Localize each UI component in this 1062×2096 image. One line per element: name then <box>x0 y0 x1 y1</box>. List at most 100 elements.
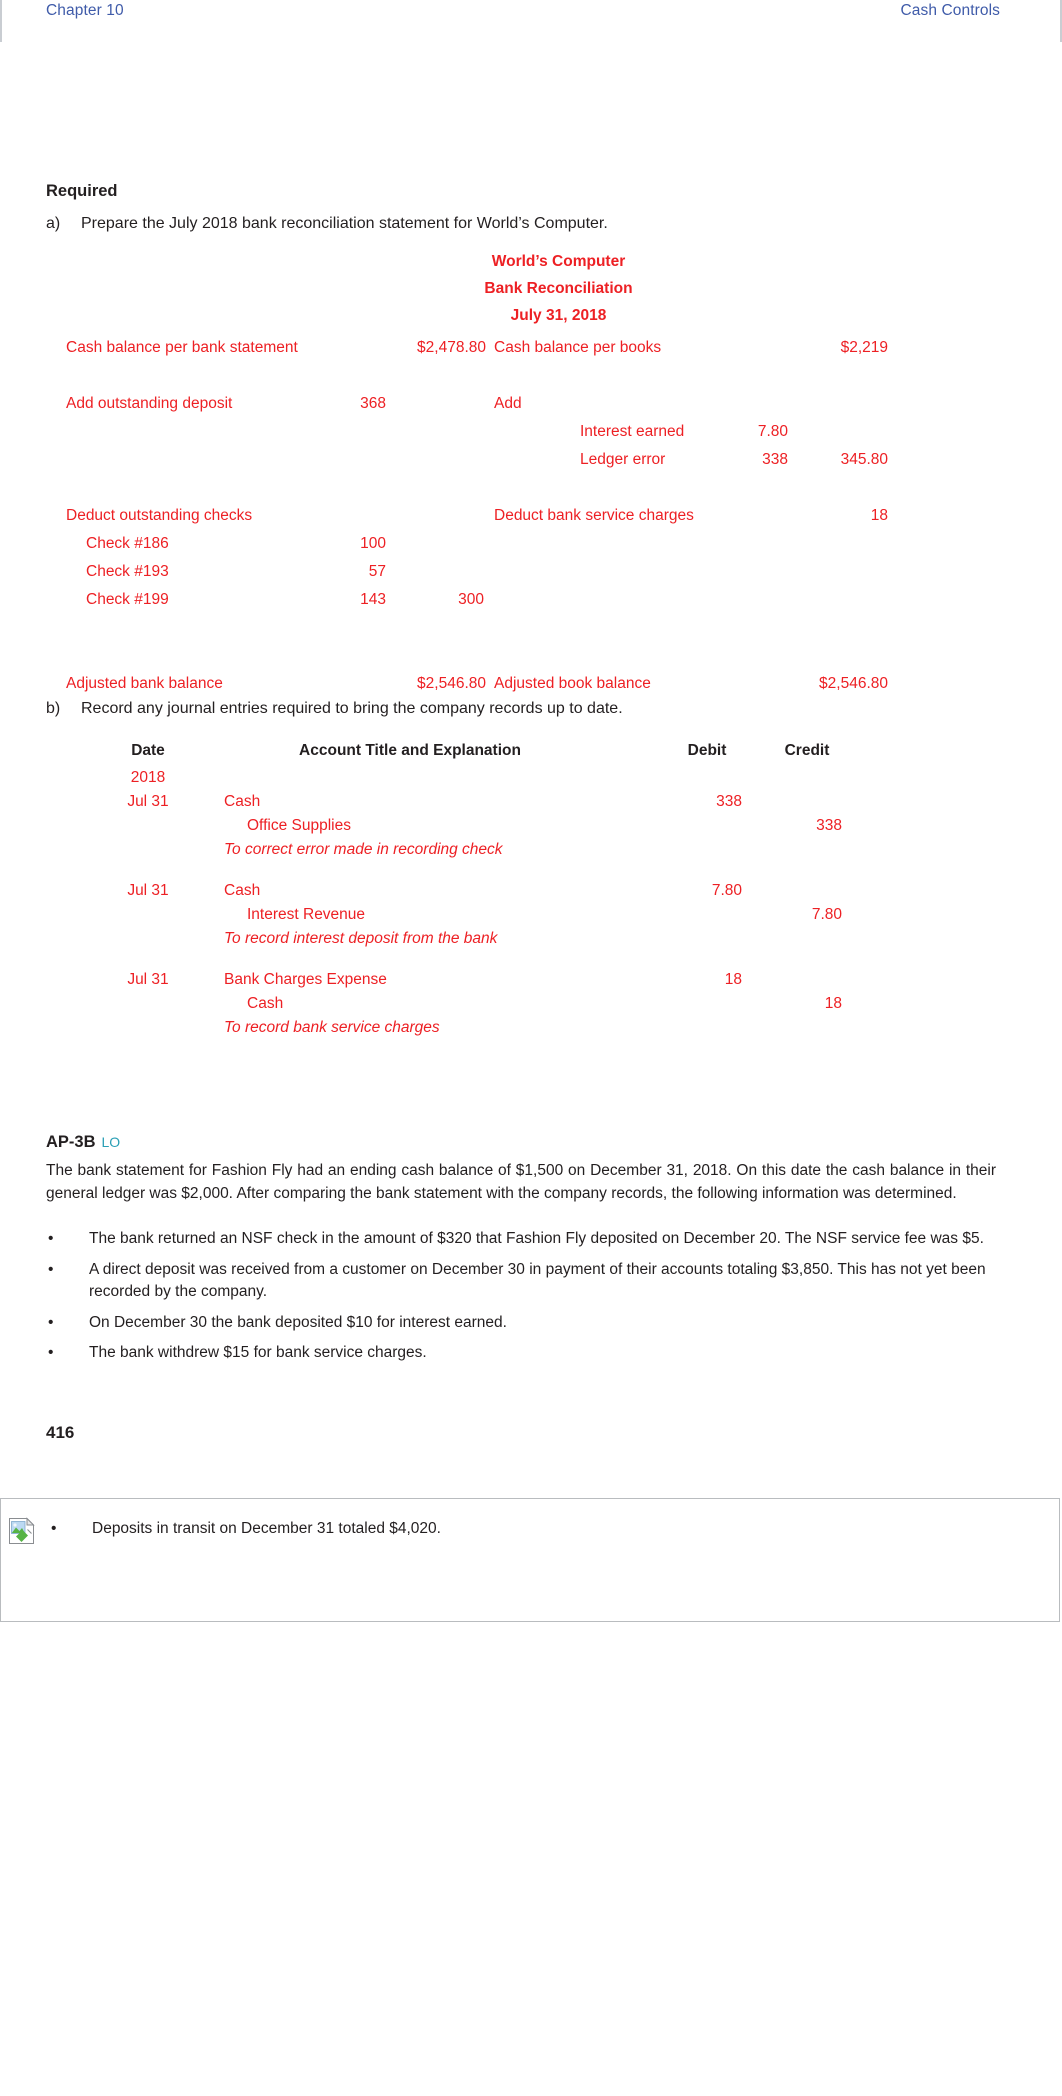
recon-book-label: Add <box>494 395 522 412</box>
recon-book-num2: 345.80 <box>840 451 888 468</box>
journal-row: Jul 31 Bank Charges Expense 18 <box>0 970 1062 994</box>
recon-spacer-row <box>0 618 1062 646</box>
bullet-icon: • <box>48 1260 54 1278</box>
recon-row: Add outstanding deposit 368 Add <box>0 394 1062 422</box>
recon-row: Check #199 143 300 <box>0 590 1062 618</box>
required-item-a-marker: a) <box>46 215 61 232</box>
journal-row: Cash 18 <box>0 994 1062 1018</box>
journal-row: Jul 31 Cash 338 <box>0 792 1062 816</box>
recon-row: Deduct outstanding checks Deduct bank se… <box>0 506 1062 534</box>
required-item-a-text: Prepare the July 2018 bank reconciliatio… <box>81 215 608 232</box>
list-item: • Deposits in transit on December 31 tot… <box>49 1518 441 1540</box>
recon-bank-sub: Check #193 <box>86 563 169 580</box>
required-item-b-marker: b) <box>46 700 61 717</box>
journal-row: Interest Revenue 7.80 <box>0 905 1062 929</box>
recon-book-sub: Ledger error <box>580 451 666 468</box>
recon-bank-sub: Check #199 <box>86 591 169 608</box>
journal-debit-amount: 7.80 <box>711 882 742 899</box>
recon-spacer-row <box>0 366 1062 394</box>
bank-reconciliation-statement: World’s Computer Bank Reconciliation Jul… <box>0 248 1062 702</box>
journal-date: Jul 31 <box>127 971 169 988</box>
list-item: • A direct deposit was received from a c… <box>46 1259 996 1304</box>
continued-content-panel: • Deposits in transit on December 31 tot… <box>0 1498 1060 1622</box>
journal-year-row: 2018 <box>0 768 1062 792</box>
recon-row: Adjusted bank balance $2,546.80 Adjusted… <box>0 674 1062 702</box>
journal-debit-account: Cash <box>224 793 261 810</box>
recon-book-label: Cash balance per books <box>494 339 662 356</box>
recon-book-num2: 18 <box>870 507 888 524</box>
journal-header-date: Date <box>131 742 165 759</box>
recon-bank-total: $2,478.80 <box>417 339 486 356</box>
problem-intro-paragraph: The bank statement for Fashion Fly had a… <box>46 1162 996 1202</box>
list-item-text: Deposits in transit on December 31 total… <box>92 1520 441 1537</box>
journal-row: Office Supplies 338 <box>0 816 1062 840</box>
required-item-b-text: Record any journal entries required to b… <box>81 700 623 717</box>
journal-entry-table: Date Account Title and Explanation Debit… <box>0 742 1062 1042</box>
required-item-b: b) Record any journal entries required to… <box>46 700 623 718</box>
journal-credit-account: Cash <box>247 995 284 1012</box>
recon-spacer-row <box>0 646 1062 674</box>
journal-debit-amount: 338 <box>716 793 742 810</box>
problem-code: AP-3B <box>46 1133 96 1151</box>
running-head: Chapter 10 Cash Controls <box>0 0 1062 34</box>
recon-row: Interest earned 7.80 <box>0 422 1062 450</box>
statement-title-type: Bank Reconciliation <box>484 280 633 297</box>
recon-bank-total: $2,546.80 <box>417 675 486 692</box>
recon-row: Check #193 57 <box>0 562 1062 590</box>
journal-explanation: To record interest deposit from the bank <box>224 930 498 947</box>
list-item: • The bank withdrew $15 for bank service… <box>46 1342 996 1365</box>
page-number: 416 <box>46 1423 75 1442</box>
journal-header-credit: Credit <box>784 742 830 759</box>
required-item-a: a) Prepare the July 2018 bank reconciliat… <box>46 215 608 233</box>
recon-bank-label: Deduct outstanding checks <box>66 507 253 524</box>
problem-bullet-list: • The bank returned an NSF check in the … <box>46 1228 996 1373</box>
journal-explanation: To record bank service charges <box>224 1019 440 1036</box>
statement-title-company: World’s Computer <box>491 253 626 270</box>
journal-spacer-row <box>0 953 1062 970</box>
recon-bank-sub: Check #186 <box>86 535 169 552</box>
recon-bank-num1: 143 <box>360 591 386 608</box>
list-item: • On December 30 the bank deposited $10 … <box>46 1312 996 1335</box>
journal-header-row: Date Account Title and Explanation Debit… <box>0 742 1062 768</box>
list-item-text: The bank withdrew $15 for bank service c… <box>89 1344 427 1361</box>
recon-row: Check #186 100 <box>0 534 1062 562</box>
journal-credit-account: Interest Revenue <box>247 906 366 923</box>
journal-row: To record interest deposit from the bank <box>0 929 1062 953</box>
journal-row: To correct error made in recording check <box>0 840 1062 864</box>
journal-debit-amount: 18 <box>724 971 742 988</box>
bullet-icon: • <box>48 1313 54 1331</box>
broken-image-icon <box>8 1517 36 1545</box>
recon-book-total: $2,546.80 <box>819 675 888 692</box>
list-item-text: A direct deposit was received from a cus… <box>89 1260 986 1301</box>
journal-spacer-row <box>0 864 1062 881</box>
journal-credit-account: Office Supplies <box>247 817 351 834</box>
bullet-icon: • <box>48 1230 54 1247</box>
recon-bank-num1: 100 <box>360 535 386 552</box>
journal-row: Jul 31 Cash 7.80 <box>0 881 1062 905</box>
list-item-text: On December 30 the bank deposited $10 fo… <box>89 1313 507 1331</box>
required-heading: Required <box>46 182 118 200</box>
bullet-icon: • <box>48 1344 54 1361</box>
list-item: • The bank returned an NSF check in the … <box>46 1228 996 1251</box>
recon-bank-num1: 57 <box>368 563 386 580</box>
journal-header-debit: Debit <box>687 742 727 759</box>
recon-bank-num2: 300 <box>458 591 484 608</box>
recon-bank-num1: 368 <box>360 395 386 412</box>
running-head-section: Cash Controls <box>900 2 1000 19</box>
recon-book-sub: Interest earned <box>580 423 685 440</box>
recon-book-total: $2,219 <box>840 339 888 356</box>
journal-year: 2018 <box>130 769 166 786</box>
recon-spacer-row <box>0 478 1062 506</box>
recon-row: Ledger error 338 345.80 <box>0 450 1062 478</box>
recon-bank-label: Cash balance per bank statement <box>66 339 298 356</box>
journal-credit-amount: 18 <box>824 995 842 1012</box>
recon-book-label: Deduct bank service charges <box>494 507 694 524</box>
bullet-icon: • <box>51 1520 57 1537</box>
journal-debit-account: Bank Charges Expense <box>224 971 387 988</box>
journal-date: Jul 31 <box>127 882 169 899</box>
document-page: Chapter 10 Cash Controls Required a) Prep… <box>0 0 1062 2096</box>
recon-bank-label: Add outstanding deposit <box>66 395 233 412</box>
list-item-text: The bank returned an NSF check in the am… <box>89 1230 984 1247</box>
recon-bank-label: Adjusted bank balance <box>66 675 223 692</box>
statement-title-date: July 31, 2018 <box>510 307 607 324</box>
